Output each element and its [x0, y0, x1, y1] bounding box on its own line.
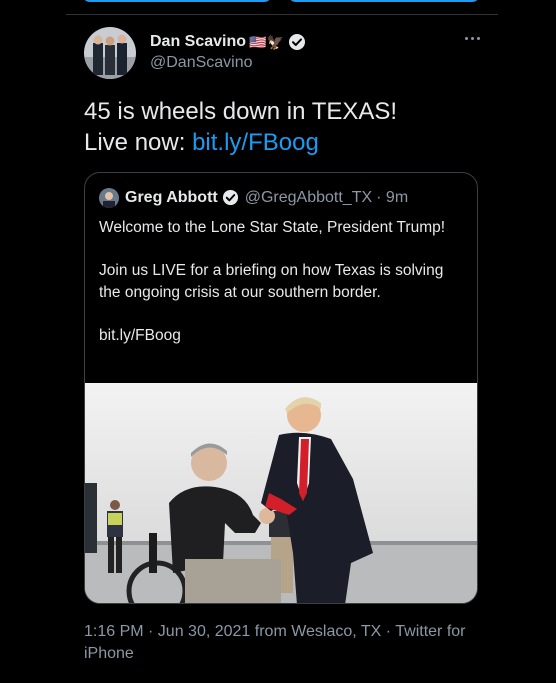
quote-tweet-card[interactable]: Greg Abbott @GregAbbott_TX · 9m Welcome … — [84, 172, 478, 604]
author-avatar[interactable] — [84, 27, 136, 79]
quote-paragraph-2: Join us LIVE for a briefing on how Texas… — [99, 262, 444, 301]
quote-author-avatar — [99, 187, 119, 208]
quote-text: Welcome to the Lone Star State, Presiden… — [85, 209, 477, 347]
author-emoji-flags: 🇺🇸🦅 — [249, 33, 284, 50]
tweet-link[interactable]: bit.ly/FBoog — [192, 129, 319, 156]
tweet-text: 45 is wheels down in TEXAS! Live now: bi… — [84, 96, 480, 158]
top-button-left[interactable] — [82, 0, 272, 2]
author-handle[interactable]: @DanScavino — [150, 54, 306, 72]
verified-badge-icon — [222, 189, 239, 206]
tweet-text-line2-prefix: Live now: — [84, 129, 193, 156]
top-divider — [66, 14, 498, 15]
tweet-header: Dan Scavino 🇺🇸🦅 @DanScavino — [84, 26, 480, 82]
quote-author-handle: @GregAbbott_TX — [244, 188, 373, 206]
top-button-right[interactable] — [288, 0, 480, 2]
quote-author-name: Greg Abbott — [125, 188, 218, 206]
quote-paragraph-1: Welcome to the Lone Star State, Presiden… — [99, 219, 446, 236]
quote-time: · 9m — [376, 188, 409, 206]
verified-badge-icon — [288, 33, 306, 51]
tweet-footer-meta: 1:16 PM · Jun 30, 2021 from Weslaco, TX … — [84, 623, 466, 662]
more-dots-icon[interactable] — [465, 32, 480, 44]
quote-photo[interactable] — [85, 383, 477, 603]
tweet: Dan Scavino 🇺🇸🦅 @DanScavino 45 is wheels… — [84, 26, 480, 604]
author-name[interactable]: Dan Scavino — [150, 33, 246, 51]
tweet-text-line1: 45 is wheels down in TEXAS! — [84, 98, 398, 125]
quote-header: Greg Abbott @GregAbbott_TX · 9m — [85, 173, 477, 209]
quote-paragraph-3: bit.ly/FBoog — [99, 327, 181, 344]
